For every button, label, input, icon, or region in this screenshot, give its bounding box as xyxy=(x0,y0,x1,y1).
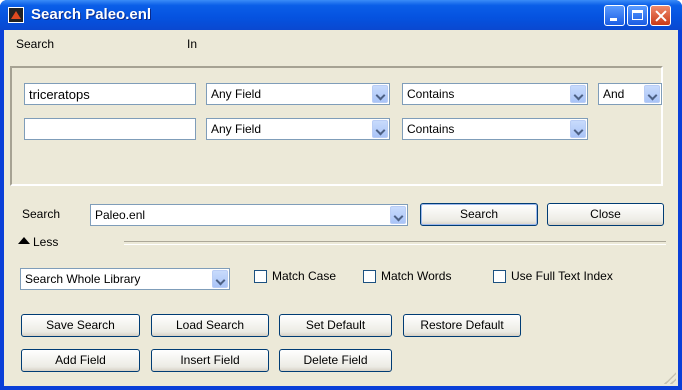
match-case-checkbox[interactable] xyxy=(254,270,267,283)
operator-select-1[interactable]: Contains xyxy=(402,83,588,105)
add-field-button[interactable]: Add Field xyxy=(21,349,140,372)
delete-field-button[interactable]: Delete Field xyxy=(279,349,392,372)
close-button[interactable]: Close xyxy=(547,203,664,226)
bool-select-1[interactable]: And xyxy=(598,83,662,105)
resize-grip-icon[interactable] xyxy=(664,372,676,384)
scope-select[interactable]: Search Whole Library xyxy=(20,268,230,290)
search-button[interactable]: Search xyxy=(420,203,538,226)
match-words-checkbox[interactable] xyxy=(363,270,376,283)
restore-default-button[interactable]: Restore Default xyxy=(403,314,521,337)
scope-select-value: Search Whole Library xyxy=(25,272,141,286)
full-text-index-checkbox[interactable] xyxy=(493,270,506,283)
operator-select-2[interactable]: Contains xyxy=(402,118,588,140)
chevron-down-icon[interactable] xyxy=(212,270,228,288)
library-select[interactable]: Paleo.enl xyxy=(90,204,408,226)
bool-select-1-value: And xyxy=(603,87,625,101)
minimize-button[interactable] xyxy=(604,5,625,26)
search-library-label: Search xyxy=(22,207,61,221)
match-words-label[interactable]: Match Words xyxy=(381,269,451,283)
save-search-button[interactable]: Save Search xyxy=(21,314,140,337)
library-select-value: Paleo.enl xyxy=(95,208,146,222)
search-term-input-2[interactable] xyxy=(24,118,196,140)
set-default-button[interactable]: Set Default xyxy=(279,314,392,337)
title-bar[interactable]: Search Paleo.enl xyxy=(0,0,682,30)
collapse-up-icon[interactable] xyxy=(18,237,30,244)
field-select-2[interactable]: Any Field xyxy=(206,118,390,140)
field-select-2-value: Any Field xyxy=(211,122,262,136)
load-search-button[interactable]: Load Search xyxy=(151,314,269,337)
field-select-1[interactable]: Any Field xyxy=(206,83,390,105)
full-text-index-label[interactable]: Use Full Text Index xyxy=(511,269,613,283)
insert-field-button[interactable]: Insert Field xyxy=(151,349,269,372)
chevron-down-icon[interactable] xyxy=(372,85,388,103)
in-column-header: In xyxy=(187,37,198,51)
match-case-label[interactable]: Match Case xyxy=(272,269,336,283)
chevron-down-icon[interactable] xyxy=(570,120,586,138)
chevron-down-icon[interactable] xyxy=(390,206,406,224)
maximize-button[interactable] xyxy=(627,5,648,26)
chevron-down-icon[interactable] xyxy=(644,85,660,103)
less-toggle[interactable]: Less xyxy=(33,235,58,249)
chevron-down-icon[interactable] xyxy=(372,120,388,138)
window-title: Search Paleo.enl xyxy=(31,6,152,23)
close-window-button[interactable] xyxy=(650,5,671,26)
operator-select-2-value: Contains xyxy=(407,122,455,136)
endnote-app-icon xyxy=(8,7,24,23)
chevron-down-icon[interactable] xyxy=(570,85,586,103)
search-column-header: Search xyxy=(16,37,55,51)
search-term-input-1[interactable]: triceratops xyxy=(24,83,196,105)
options-divider xyxy=(124,241,666,245)
field-select-1-value: Any Field xyxy=(211,87,262,101)
operator-select-1-value: Contains xyxy=(407,87,455,101)
